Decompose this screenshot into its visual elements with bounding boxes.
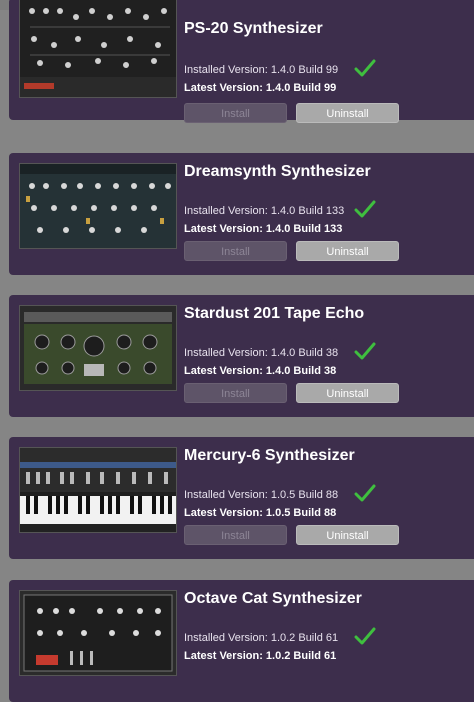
plugin-title: Mercury-6 Synthesizer <box>184 447 355 464</box>
install-button[interactable]: Install <box>184 103 287 123</box>
uninstall-button[interactable]: Uninstall <box>296 103 399 123</box>
installed-version: Installed Version: 1.4.0 Build 133 <box>184 205 345 217</box>
plugin-thumbnail <box>19 590 177 676</box>
latest-version: Latest Version: 1.4.0 Build 38 <box>184 365 337 377</box>
plugin-title: PS-20 Synthesizer <box>184 20 323 37</box>
plugin-thumbnail <box>19 0 177 98</box>
latest-version: Latest Version: 1.4.0 Build 99 <box>184 82 337 94</box>
latest-version: Latest Version: 1.4.0 Build 133 <box>184 223 343 235</box>
checkmark-icon <box>354 484 376 502</box>
plugin-thumbnail <box>19 163 177 249</box>
plugin-title: Stardust 201 Tape Echo <box>184 305 365 322</box>
plugin-title: Octave Cat Synthesizer <box>184 590 362 607</box>
plugin-card-stardust: Stardust 201 Tape Echo Installed Version… <box>9 295 474 417</box>
installed-version: Installed Version: 1.0.2 Build 61 <box>184 632 339 644</box>
plugin-card-mercury6: Mercury-6 Synthesizer Installed Version:… <box>9 437 474 559</box>
plugin-title: Dreamsynth Synthesizer <box>184 163 371 180</box>
install-button[interactable]: Install <box>184 383 287 403</box>
installed-version: Installed Version: 1.4.0 Build 99 <box>184 64 339 76</box>
install-button[interactable]: Install <box>184 525 287 545</box>
uninstall-button[interactable]: Uninstall <box>296 383 399 403</box>
plugin-thumbnail <box>19 447 177 533</box>
checkmark-icon <box>354 59 376 77</box>
checkmark-icon <box>354 342 376 360</box>
installed-version: Installed Version: 1.4.0 Build 38 <box>184 347 339 359</box>
checkmark-icon <box>354 627 376 645</box>
latest-version: Latest Version: 1.0.2 Build 61 <box>184 650 337 662</box>
installed-version: Installed Version: 1.0.5 Build 88 <box>184 489 339 501</box>
plugin-card-ps20: PS-20 Synthesizer Installed Version: 1.4… <box>9 0 474 123</box>
plugin-thumbnail <box>19 305 177 391</box>
uninstall-button[interactable]: Uninstall <box>296 525 399 545</box>
plugin-card-octave-cat: Octave Cat Synthesizer Installed Version… <box>9 580 474 702</box>
checkmark-icon <box>354 200 376 218</box>
uninstall-button[interactable]: Uninstall <box>296 241 399 261</box>
install-button[interactable]: Install <box>184 241 287 261</box>
latest-version: Latest Version: 1.0.5 Build 88 <box>184 507 337 519</box>
plugin-card-dreamsynth: Dreamsynth Synthesizer Installed Version… <box>9 153 474 275</box>
